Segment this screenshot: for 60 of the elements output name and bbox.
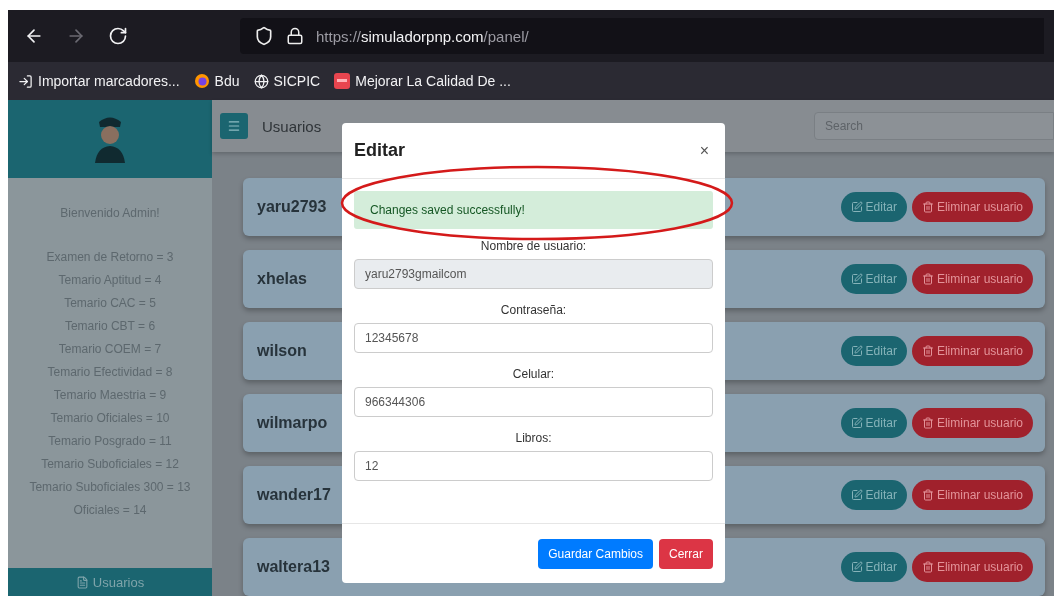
user-name: waltera13 [257, 558, 330, 576]
reload-icon [108, 26, 128, 46]
success-alert: Changes saved successfully! [354, 191, 713, 229]
edit-icon [850, 417, 863, 429]
save-button[interactable]: Guardar Cambios [538, 538, 653, 569]
edit-icon [850, 201, 863, 213]
input-field[interactable]: 966344306 [354, 387, 713, 417]
delete-button[interactable]: Eliminar usuario [911, 192, 1033, 222]
field-label: Contraseña: [499, 303, 568, 317]
delete-button[interactable]: Eliminar usuario [911, 336, 1033, 366]
page-title: Usuarios [262, 117, 322, 135]
field-label: Libros: [514, 431, 553, 445]
file-icon [75, 575, 89, 589]
bookmark[interactable]: SICPIC [253, 73, 321, 89]
input-field[interactable]: 12345678 [354, 323, 713, 353]
delete-button[interactable]: Eliminar usuario [911, 264, 1033, 294]
edit-button[interactable]: Editar [840, 480, 907, 510]
edit-button[interactable]: Editar [840, 192, 907, 222]
user-name: xhelas [257, 270, 307, 288]
bookmark[interactable]: Bdu [193, 73, 240, 89]
user-name: wander17 [257, 486, 331, 504]
trash-icon [921, 417, 934, 429]
trash-icon [921, 273, 934, 285]
edit-icon [850, 273, 863, 285]
sidebar-nav-item[interactable]: Usuarios [8, 568, 212, 596]
cancel-button[interactable]: Cerrar [659, 538, 713, 569]
edit-button[interactable]: Editar [840, 408, 907, 438]
user-name: yaru2793 [257, 198, 327, 216]
edit-icon [850, 489, 863, 501]
address-bar[interactable]: https://simuladorpnp.com/panel/ [240, 18, 1044, 54]
input-field[interactable]: 12 [354, 451, 713, 481]
bookmark[interactable]: Mejorar La Calidad De ... [334, 73, 511, 89]
field-label: Celular: [511, 367, 556, 381]
trash-icon [921, 489, 934, 501]
delete-button[interactable]: Eliminar usuario [911, 552, 1033, 582]
edit-button[interactable]: Editar [840, 336, 907, 366]
shield-icon [254, 26, 274, 46]
delete-button[interactable]: Eliminar usuario [911, 408, 1033, 438]
close-button[interactable]: × [695, 141, 713, 160]
menu-button[interactable] [220, 113, 248, 139]
edit-icon [850, 561, 863, 573]
user-name: wilson [257, 342, 307, 360]
field-label: Nombre de usuario: [479, 239, 588, 253]
browser-logo-icon [193, 73, 210, 89]
edit-icon [850, 345, 863, 357]
trash-icon [921, 561, 934, 573]
delete-button[interactable]: Eliminar usuario [911, 480, 1033, 510]
trash-icon [921, 345, 934, 357]
bookmark[interactable]: Importar marcadores... [18, 73, 180, 89]
app-icon [334, 73, 351, 89]
lock-icon [286, 27, 304, 45]
import-icon [18, 73, 33, 89]
globe-icon [253, 73, 269, 89]
edit-button[interactable]: Editar [840, 264, 907, 294]
edit-button[interactable]: Editar [840, 552, 907, 582]
menu-icon [227, 119, 241, 133]
user-name: wilmarpo [257, 414, 328, 432]
url-text: https://simuladorpnp.com/panel/ [316, 27, 529, 45]
dialog-title: Editar [354, 140, 405, 161]
trash-icon [921, 201, 934, 213]
